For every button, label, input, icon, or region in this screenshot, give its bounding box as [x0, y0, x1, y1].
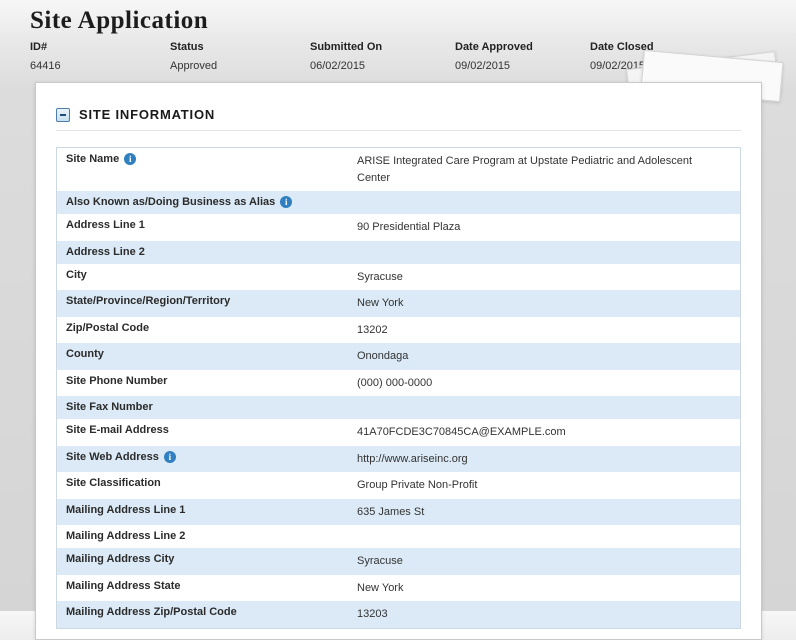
field-value: ARISE Integrated Care Program at Upstate…: [357, 148, 740, 191]
header-field-label: Submitted On: [310, 41, 455, 60]
field-value: Group Private Non-Profit: [357, 472, 740, 499]
field-label: City: [57, 264, 357, 291]
table-row: Site Phone Number (000) 000-0000: [57, 370, 740, 397]
field-label-text: Site Phone Number: [66, 375, 167, 387]
table-row: Also Known as/Doing Business as Alias i: [57, 191, 740, 214]
table-row: Address Line 1 90 Presidential Plaza: [57, 214, 740, 241]
field-label-text: Site Name: [66, 153, 119, 165]
header-field: ID#64416: [30, 41, 170, 72]
header-field-label: Status: [170, 41, 310, 60]
field-label-text: Mailing Address Line 1: [66, 504, 185, 516]
table-row: Mailing Address State New York: [57, 575, 740, 602]
field-label: Zip/Postal Code: [57, 317, 357, 344]
field-label: Site Phone Number: [57, 370, 357, 397]
field-value: [357, 191, 740, 214]
table-row: Site Fax Number: [57, 396, 740, 419]
field-label: Address Line 1: [57, 214, 357, 241]
field-label-text: Address Line 1: [66, 219, 145, 231]
field-value: New York: [357, 290, 740, 317]
header-field: Submitted On06/02/2015: [310, 41, 455, 72]
header-field-value: Approved: [170, 60, 310, 72]
table-row: Zip/Postal Code 13202: [57, 317, 740, 344]
field-label-text: Address Line 2: [66, 246, 145, 258]
field-value: 90 Presidential Plaza: [357, 214, 740, 241]
field-value: http://www.ariseinc.org: [357, 446, 740, 473]
field-value: [357, 396, 740, 419]
field-value: 13202: [357, 317, 740, 344]
table-row: Mailing Address Line 2: [57, 525, 740, 548]
section-title: SITE INFORMATION: [79, 107, 215, 122]
info-icon[interactable]: i: [280, 196, 292, 208]
table-row: Site Classification Group Private Non-Pro…: [57, 472, 740, 499]
table-row: Mailing Address City Syracuse: [57, 548, 740, 575]
header-field-value: 06/02/2015: [310, 60, 455, 72]
field-label-text: County: [66, 348, 104, 360]
table-row: Site Name i ARISE Integrated Care Program …: [57, 148, 740, 191]
field-label-text: City: [66, 269, 87, 281]
field-label-text: Site Classification: [66, 477, 161, 489]
field-label-text: Site E-mail Address: [66, 424, 169, 436]
field-label: Mailing Address Zip/Postal Code: [57, 601, 357, 628]
field-value: 13203: [357, 601, 740, 628]
field-value: 635 James St: [357, 499, 740, 526]
field-label-text: Mailing Address State: [66, 580, 181, 592]
field-value: Onondaga: [357, 343, 740, 370]
site-info-table: Site Name i ARISE Integrated Care Program …: [56, 147, 741, 629]
header-field-value: 09/02/2015: [455, 60, 590, 72]
table-row: Mailing Address Zip/Postal Code 13203: [57, 601, 740, 628]
field-value: Syracuse: [357, 548, 740, 575]
field-label: Mailing Address City: [57, 548, 357, 575]
field-label: Also Known as/Doing Business as Alias i: [57, 191, 357, 214]
field-label-text: Mailing Address Line 2: [66, 530, 185, 542]
collapse-minus-icon[interactable]: [56, 108, 70, 122]
field-label-text: State/Province/Region/Territory: [66, 295, 230, 307]
field-label: Mailing Address Line 2: [57, 525, 357, 548]
field-label: Site Classification: [57, 472, 357, 499]
table-row: County Onondaga: [57, 343, 740, 370]
field-value: 41A70FCDE3C70845CA@EXAMPLE.com: [357, 419, 740, 446]
field-value: (000) 000-0000: [357, 370, 740, 397]
field-label: Address Line 2: [57, 241, 357, 264]
field-label-text: Site Web Address: [66, 451, 159, 463]
site-application-card: SITE INFORMATION Site Name i ARISE Integra…: [35, 82, 762, 640]
site-information-section-header: SITE INFORMATION: [56, 107, 741, 131]
field-label: County: [57, 343, 357, 370]
table-row: Site E-mail Address 41A70FCDE3C70845CA@EX…: [57, 419, 740, 446]
field-label: Mailing Address Line 1: [57, 499, 357, 526]
field-label: Site E-mail Address: [57, 419, 357, 446]
header-field-label: ID#: [30, 41, 170, 60]
table-row: Address Line 2: [57, 241, 740, 264]
field-value: [357, 525, 740, 548]
table-row: City Syracuse: [57, 264, 740, 291]
field-label: Site Fax Number: [57, 396, 357, 419]
header-field: StatusApproved: [170, 41, 310, 72]
field-label-text: Mailing Address City: [66, 553, 174, 565]
table-row: State/Province/Region/Territory New York: [57, 290, 740, 317]
header-field-value: 64416: [30, 60, 170, 72]
header-field-label: Date Approved: [455, 41, 590, 60]
header-field: Date Approved09/02/2015: [455, 41, 590, 72]
field-label-text: Site Fax Number: [66, 401, 153, 413]
field-value: New York: [357, 575, 740, 602]
field-label: Site Name i: [57, 148, 357, 191]
field-label-text: Zip/Postal Code: [66, 322, 149, 334]
field-label-text: Also Known as/Doing Business as Alias: [66, 196, 275, 208]
field-label-text: Mailing Address Zip/Postal Code: [66, 606, 237, 618]
page-title: Site Application: [0, 0, 796, 37]
table-row: Mailing Address Line 1 635 James St: [57, 499, 740, 526]
table-row: Site Web Address i http://www.ariseinc.org: [57, 446, 740, 473]
field-label: Site Web Address i: [57, 446, 357, 473]
field-value: [357, 241, 740, 264]
field-label: State/Province/Region/Territory: [57, 290, 357, 317]
info-icon[interactable]: i: [124, 153, 136, 165]
field-value: Syracuse: [357, 264, 740, 291]
field-label: Mailing Address State: [57, 575, 357, 602]
info-icon[interactable]: i: [164, 451, 176, 463]
